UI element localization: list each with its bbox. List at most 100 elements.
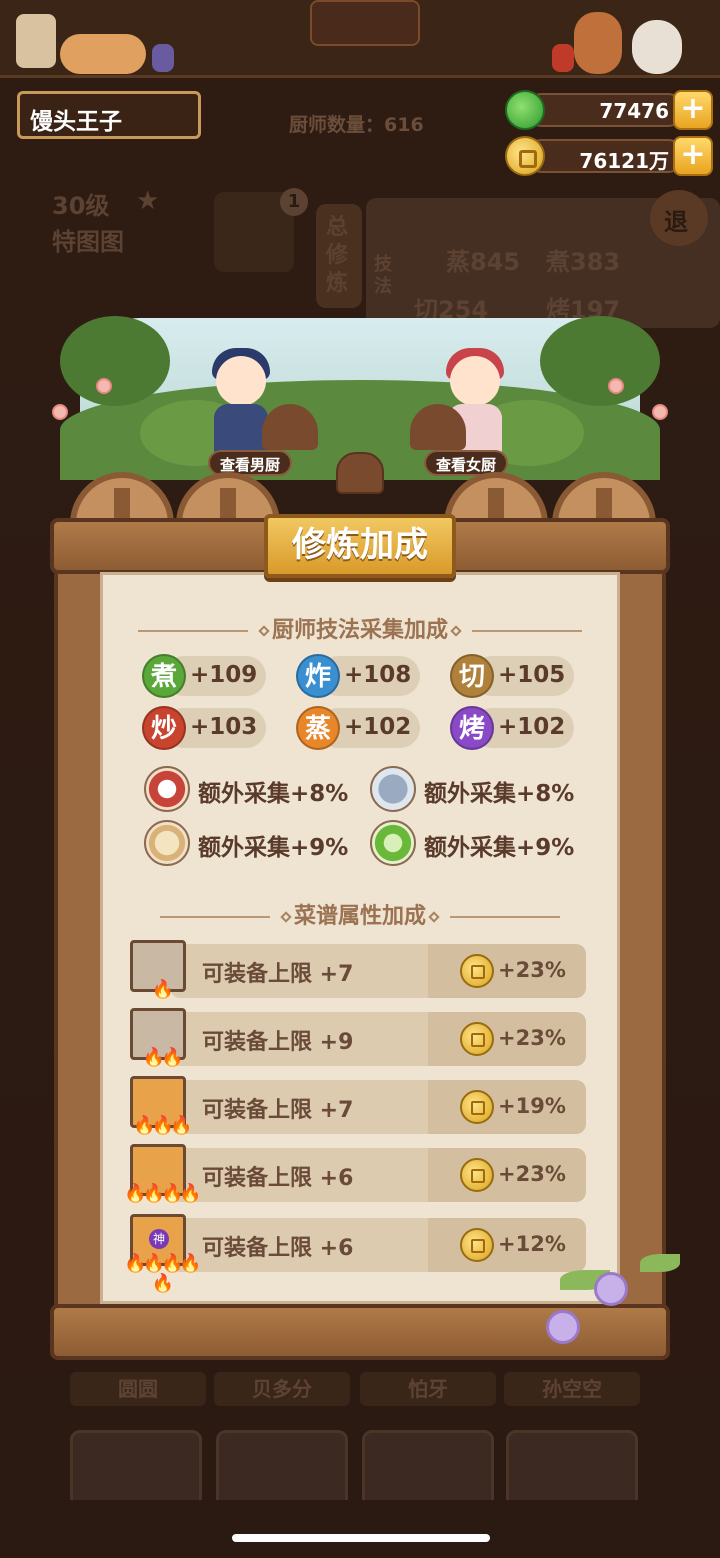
- divine-tag: 神: [149, 1229, 169, 1249]
- player-name: 馒头王子: [30, 109, 122, 135]
- skill-fry-value: +108: [344, 662, 412, 688]
- jade-icon: [505, 90, 545, 130]
- notice-board-icon[interactable]: [16, 14, 56, 68]
- exit-button[interactable]: 退: [650, 190, 708, 246]
- bg-skill-boil: 煮383: [546, 242, 620, 277]
- leaf-icon: [640, 1254, 680, 1272]
- recipe-coin-bonus: +23%: [498, 1162, 566, 1186]
- chef-name: 特图图: [52, 228, 124, 256]
- recipe-row-5star: 神 🔥🔥🔥🔥🔥 可装备上限 +6 +12%: [124, 1214, 586, 1294]
- coin-icon: [460, 954, 494, 988]
- chef-card[interactable]: [506, 1430, 638, 1510]
- coin-icon: [460, 1228, 494, 1262]
- extra-collect-vegetable-text: 额外采集+9%: [424, 835, 575, 861]
- tree-left-icon: [60, 316, 170, 406]
- lantern-icon: [552, 44, 574, 72]
- skill-fry: 炸 +108: [296, 654, 420, 698]
- divider-line: [159, 916, 270, 918]
- chef-avatar-icon[interactable]: [574, 12, 622, 74]
- coin-icon: [460, 1090, 494, 1124]
- extra-collect-fish-text: 额外采集+8%: [424, 781, 575, 807]
- recipe-coin-bonus: +12%: [498, 1232, 566, 1256]
- home-indicator[interactable]: [232, 1534, 490, 1542]
- notification-badge: 1: [280, 188, 308, 216]
- skill-fry-badge: 炸: [296, 654, 340, 698]
- section-recipe-label: 菜谱属性加成: [293, 904, 426, 929]
- flower-icon: [594, 1272, 628, 1306]
- bg-tab-4[interactable]: 孙空空: [504, 1372, 640, 1406]
- vegetable-icon: [370, 820, 416, 866]
- lantern-icon: [152, 44, 174, 72]
- bg-skill-steam-name: 蒸: [446, 248, 470, 276]
- bg-skill-steam-value: 845: [470, 248, 521, 276]
- top-decoration-band: [0, 0, 720, 78]
- bottom-bar: [0, 1500, 720, 1558]
- add-coin-button[interactable]: +: [673, 136, 713, 176]
- blossom-icon: [652, 404, 668, 420]
- coin-icon: [460, 1022, 494, 1056]
- skill-cut-value: +105: [498, 662, 566, 688]
- bg-tab-3[interactable]: 怕牙: [360, 1372, 496, 1406]
- flame-rarity-icon: 🔥🔥🔥🔥🔥: [124, 1253, 202, 1294]
- coin-amount: 76121万: [525, 139, 685, 173]
- fish-icon: [370, 766, 416, 812]
- tree-right-icon: [540, 316, 660, 406]
- skill-label: 技法: [374, 254, 392, 297]
- diamond-icon: [258, 625, 270, 637]
- jade-resource: 77476 +: [505, 90, 713, 130]
- flower-icon: [546, 1310, 580, 1344]
- total-training-button[interactable]: 总修炼: [316, 204, 362, 308]
- recipe-equip-limit: 可装备上限 +9: [202, 1030, 354, 1055]
- player-name-box[interactable]: 馒头王子: [17, 91, 201, 139]
- chef-card[interactable]: [362, 1430, 494, 1510]
- cat-avatar-icon[interactable]: [632, 20, 682, 74]
- skill-stirfry: 炒 +103: [142, 706, 266, 750]
- section-recipe-title: 菜谱属性加成: [100, 898, 620, 930]
- cat-icon: [60, 34, 146, 74]
- recipe-equip-limit: 可装备上限 +6: [202, 1166, 354, 1191]
- bg-tab-1[interactable]: 圆圆: [70, 1372, 206, 1406]
- extra-collect-meat-text: 额外采集+8%: [198, 781, 349, 807]
- skill-roast-value: +102: [498, 714, 566, 740]
- male-chef-face: [216, 356, 266, 406]
- flour-icon: [144, 820, 190, 866]
- mascot-sign-icon[interactable]: [310, 0, 420, 46]
- bg-skill-steam: 蒸845: [446, 242, 520, 277]
- chef-count: 厨师数量：616: [289, 114, 424, 136]
- exit-label: 退: [664, 208, 688, 236]
- skill-roast: 烤 +102: [450, 706, 574, 750]
- chef-card[interactable]: [216, 1430, 348, 1510]
- coin-icon: [505, 136, 545, 176]
- divider-line: [472, 630, 582, 632]
- diamond-icon: [450, 625, 462, 637]
- jade-amount: 77476: [525, 93, 685, 127]
- skill-boil: 煮 +109: [142, 654, 266, 698]
- flame-rarity-icon: 🔥🔥🔥: [133, 1115, 192, 1136]
- divider-line: [450, 916, 560, 918]
- skill-boil-badge: 煮: [142, 654, 186, 698]
- chef-card[interactable]: [70, 1430, 202, 1510]
- skill-roast-badge: 烤: [450, 706, 494, 750]
- blossom-icon: [608, 378, 624, 394]
- extra-collect-flour-text: 额外采集+9%: [198, 835, 349, 861]
- modal-title: 修炼加成: [264, 514, 456, 578]
- recipe-coin-bonus: +19%: [498, 1094, 566, 1118]
- center-ornament-icon: [336, 452, 384, 494]
- divider-line: [137, 630, 248, 632]
- add-jade-button[interactable]: +: [673, 90, 713, 130]
- recipe-coin-bonus: +23%: [498, 1026, 566, 1050]
- male-chef-robe: [214, 404, 268, 454]
- recipe-row-2star: 🔥🔥 可装备上限 +9 +23%: [130, 1008, 586, 1068]
- recipe-equip-limit: 可装备上限 +7: [202, 1098, 354, 1123]
- coin-icon: [460, 1158, 494, 1192]
- skill-steam-value: +102: [344, 714, 412, 740]
- female-chef-face: [450, 356, 500, 406]
- section-skill-collect-title: 厨师技法采集加成: [100, 612, 620, 644]
- star-icon: ★: [136, 186, 160, 216]
- flame-rarity-icon: 🔥🔥🔥🔥: [124, 1183, 202, 1204]
- skill-cut-badge: 切: [450, 654, 494, 698]
- bg-tab-2[interactable]: 贝多分: [214, 1372, 350, 1406]
- meat-icon: [144, 766, 190, 812]
- skill-steam-badge: 蒸: [296, 706, 340, 750]
- recipe-equip-limit: 可装备上限 +7: [202, 962, 354, 987]
